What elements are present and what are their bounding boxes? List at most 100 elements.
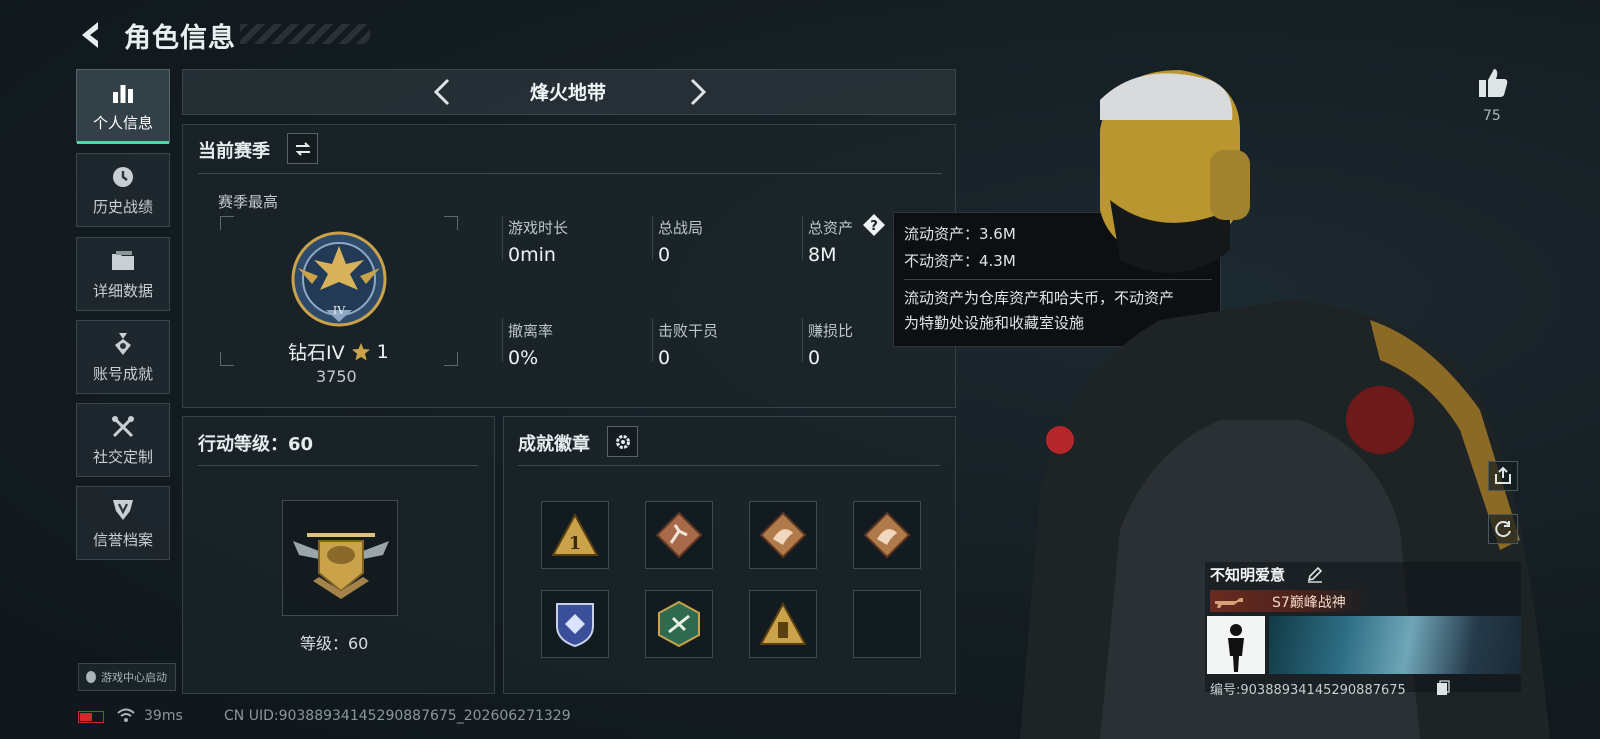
frame-corner bbox=[444, 352, 458, 366]
folder-icon bbox=[112, 250, 134, 270]
back-arrow-icon[interactable] bbox=[74, 18, 108, 52]
wifi-icon bbox=[117, 708, 135, 722]
badge-slot[interactable] bbox=[749, 501, 817, 569]
rifle-icon bbox=[1215, 598, 1243, 608]
share-button[interactable] bbox=[1488, 461, 1518, 491]
stat-divider bbox=[502, 216, 503, 260]
section-divider bbox=[198, 465, 478, 466]
swap-icon bbox=[295, 141, 310, 156]
stat-value: 0% bbox=[508, 347, 539, 369]
stat-label: 赚损比 bbox=[808, 322, 854, 340]
stat-divider bbox=[802, 318, 803, 362]
rank-one-badge-icon: 1 bbox=[551, 512, 599, 556]
title-badge: S7巅峰战神 bbox=[1210, 590, 1366, 612]
player-avatar[interactable] bbox=[1207, 616, 1265, 674]
title-badge-text: S7巅峰战神 bbox=[1272, 595, 1346, 611]
stat-value: 8M bbox=[808, 244, 837, 266]
title-decoration bbox=[240, 24, 370, 44]
game-center-label: 游戏中心启动 bbox=[101, 671, 167, 684]
svg-text:?: ? bbox=[870, 219, 878, 234]
sidebar-item-social-custom[interactable]: 社交定制 bbox=[76, 403, 170, 477]
sidebar-item-label: 社交定制 bbox=[92, 447, 153, 466]
silhouette-icon bbox=[1228, 624, 1244, 672]
bar-chart-icon bbox=[113, 84, 133, 103]
mode-name: 烽火地带 bbox=[530, 82, 607, 104]
level-emblem-frame bbox=[282, 500, 398, 616]
green-hex-badge-icon bbox=[658, 600, 700, 648]
sidebar-item-label: 账号成就 bbox=[92, 364, 153, 383]
frame-corner bbox=[220, 216, 234, 230]
help-icon[interactable]: ? bbox=[862, 213, 886, 237]
stat-value: 0 bbox=[658, 244, 671, 266]
svg-text:IV: IV bbox=[333, 304, 346, 317]
sidebar-item-achievements[interactable]: 账号成就 bbox=[76, 320, 170, 394]
action-level-title: 行动等级：60 bbox=[198, 434, 314, 455]
rank-score: 3750 bbox=[316, 367, 357, 386]
badge-slot[interactable] bbox=[645, 590, 713, 658]
clock-icon bbox=[113, 166, 133, 187]
penguin-icon bbox=[86, 671, 96, 683]
copy-icon[interactable] bbox=[1436, 680, 1450, 696]
stat-divider bbox=[652, 318, 653, 362]
refresh-icon bbox=[1495, 521, 1511, 538]
badge-slot[interactable] bbox=[853, 501, 921, 569]
tower-badge-icon bbox=[759, 601, 807, 645]
battery-icon bbox=[78, 711, 104, 723]
sidebar-item-reputation[interactable]: 信誉档案 bbox=[76, 486, 170, 560]
sidebar-item-detailed-data[interactable]: 详细数据 bbox=[76, 237, 170, 311]
svg-text:1: 1 bbox=[569, 533, 582, 554]
season-title: 当前赛季 bbox=[198, 141, 270, 162]
frame-corner bbox=[220, 352, 234, 366]
badge-slot[interactable]: 1 bbox=[541, 501, 609, 569]
dragon-badge-icon bbox=[863, 511, 911, 559]
badge-slot[interactable] bbox=[645, 501, 713, 569]
sidebar-item-personal-info[interactable]: 个人信息 bbox=[76, 69, 170, 144]
star-icon bbox=[351, 342, 370, 360]
badge-slot[interactable] bbox=[541, 590, 609, 658]
switch-season-button[interactable] bbox=[287, 133, 318, 164]
stat-value: 0min bbox=[508, 244, 556, 266]
game-center-button[interactable]: 游戏中心启动 bbox=[78, 663, 176, 691]
refresh-button[interactable] bbox=[1488, 514, 1518, 544]
stat-value: 0 bbox=[658, 347, 671, 369]
stat-label: 总资产 bbox=[808, 219, 854, 237]
sidebar-item-history[interactable]: 历史战绩 bbox=[76, 153, 170, 227]
gear-icon bbox=[615, 434, 630, 449]
tools-icon bbox=[112, 415, 134, 437]
sidebar-item-label: 详细数据 bbox=[92, 281, 153, 300]
ping-value: 39ms bbox=[144, 708, 183, 724]
player-id: 编号:9038893414529088767​5 bbox=[1210, 683, 1406, 698]
stat-divider bbox=[652, 216, 653, 260]
stat-label: 撤离率 bbox=[508, 322, 554, 340]
rank-name: 钻石IV bbox=[288, 342, 345, 364]
uid-text: CN UID:9038893414529088767​5_20260627132… bbox=[224, 708, 571, 724]
sidebar-item-label: 信誉档案 bbox=[92, 530, 153, 549]
thumbs-up-icon[interactable] bbox=[1476, 66, 1510, 100]
frame-corner bbox=[444, 216, 458, 230]
medal-icon bbox=[115, 332, 131, 355]
sidebar-item-label: 个人信息 bbox=[92, 113, 153, 132]
section-divider bbox=[198, 173, 942, 174]
stat-divider bbox=[502, 318, 503, 362]
blue-shield-badge-icon bbox=[556, 603, 594, 648]
stat-value: 0 bbox=[808, 347, 821, 369]
achievement-settings-button[interactable] bbox=[607, 426, 638, 457]
rank-stars: 1 bbox=[376, 340, 389, 363]
player-banner[interactable] bbox=[1269, 616, 1521, 674]
stat-label: 击败干员 bbox=[658, 322, 719, 340]
runner-badge-icon bbox=[655, 511, 703, 559]
sidebar-item-label: 历史战绩 bbox=[92, 197, 153, 216]
badge-slot[interactable] bbox=[749, 590, 817, 658]
stat-divider bbox=[802, 216, 803, 260]
rank-name-row: 钻石IV 1 bbox=[288, 338, 389, 365]
share-icon bbox=[1495, 466, 1511, 484]
edit-name-icon[interactable] bbox=[1306, 565, 1324, 583]
next-mode-arrow-icon[interactable] bbox=[682, 76, 712, 108]
badge-slot-empty[interactable] bbox=[853, 590, 921, 658]
stat-label: 游戏时长 bbox=[508, 219, 569, 237]
shield-icon bbox=[113, 499, 133, 520]
season-best-label: 赛季最高 bbox=[218, 193, 279, 211]
page-title: 角色信息 bbox=[124, 23, 236, 54]
prev-mode-arrow-icon[interactable] bbox=[428, 76, 458, 108]
diamond-rank-emblem-icon: IV bbox=[291, 231, 387, 327]
